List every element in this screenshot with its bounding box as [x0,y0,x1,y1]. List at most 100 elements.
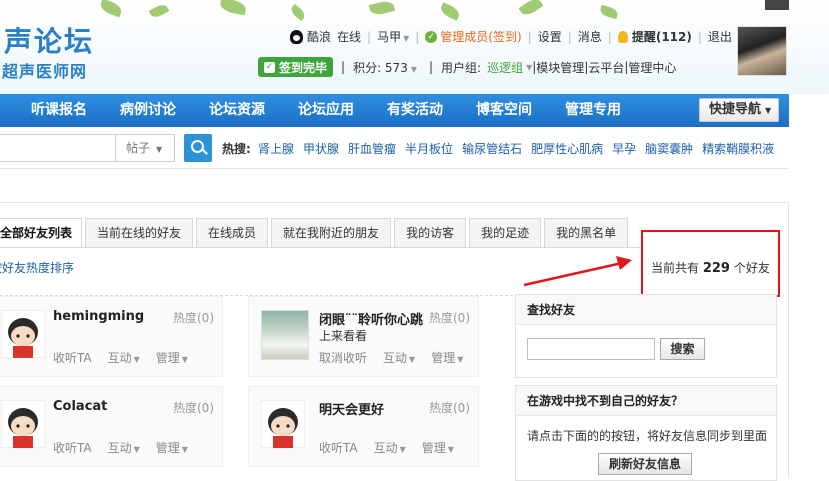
main-nav: 听课报名 病例讨论 论坛资源 论坛应用 有奖活动 博客空间 管理专用 快捷导航 ▼ [0,94,789,127]
interact-menu[interactable]: 互动 ▼ [108,349,140,366]
messages-link[interactable]: 消息 [578,28,602,45]
nav-item-forum-resources[interactable]: 论坛资源 [209,94,265,127]
avatar[interactable] [1,310,45,358]
tab-online-members[interactable]: 在线成员 [196,218,269,248]
tab-my-footprints[interactable]: 我的足迹 [469,218,542,248]
game-friend-box: 在游戏中找不到自己的好友？ 请点击下面的的按钮，将好友信息同步到里面 刷新好友信… [515,385,777,481]
refresh-friend-info-button[interactable]: 刷新好友信息 [598,453,692,475]
friend-count-suffix: 个好友 [733,261,770,275]
site-logo[interactable]: 声论坛 [4,20,94,60]
friend-name[interactable]: 闭眼¨¨聆听你心跳 [319,309,423,328]
interact-menu[interactable]: 互动 ▼ [108,439,140,456]
settings-link[interactable]: 设置 [538,28,562,45]
tab-my-blacklist[interactable]: 我的黑名单 [544,218,629,248]
horse-menu[interactable]: 马甲 ▼ [377,28,409,45]
manage-menu[interactable]: 管理 ▼ [422,439,454,456]
manage-menu[interactable]: 管理 ▼ [431,349,463,366]
checkin-icon: ✓ [425,30,438,43]
reminders-link[interactable]: 提醒(112) [632,28,692,45]
hot-search-item[interactable]: 输尿管结石 [462,140,522,157]
interact-menu[interactable]: 互动 ▼ [374,439,406,456]
hot-search-item[interactable]: 精索鞘膜积液 [702,140,774,157]
horse-label: 马甲 [377,30,402,44]
chevron-down-icon: ▼ [403,34,410,43]
tab-my-visitors[interactable]: 我的访客 [394,218,467,248]
cloud-platform-link[interactable]: 云平台 [588,59,624,76]
online-status[interactable]: 在线 [337,28,361,45]
find-friend-title: 查找好友 [516,295,776,325]
hot-search-item[interactable]: 肾上腺 [258,140,294,157]
follow-link[interactable]: 收听TA [53,349,92,366]
bulb-icon [617,30,628,43]
hot-search-item[interactable]: 早孕 [612,140,636,157]
game-friend-hint: 请点击下面的的按钮，将好友信息同步到里面 [527,429,768,443]
admin-center-link[interactable]: 管理中心 [628,59,676,76]
tab-nearby-friends[interactable]: 就在我附近的朋友 [271,218,392,248]
chevron-down-icon: ▼ [181,355,188,364]
nav-item-blog-space[interactable]: 博客空间 [476,94,532,127]
nav-item-forum-apps[interactable]: 论坛应用 [298,94,354,127]
friend-heat: 热度(0) [429,401,470,415]
friend-name[interactable]: 明天会更好 [319,399,384,418]
search-type-select[interactable]: 帖子 ▼ [115,134,175,162]
search-icon[interactable] [184,134,212,162]
hot-search-item[interactable]: 肝血管瘤 [348,140,396,157]
hot-search-item[interactable]: 脑窦囊肿 [645,140,693,157]
friend-heat: 热度(0) [173,401,214,415]
follow-link[interactable]: 收听TA [319,439,358,456]
nav-item-case-discussion[interactable]: 病例讨论 [120,94,176,127]
usergroup-label: 用户组: [441,60,482,75]
friend-actions: 收听TA 互动 ▼ 管理 ▼ [319,439,470,456]
nav-item-admin-only[interactable]: 管理专用 [565,94,621,127]
chevron-down-icon: ▼ [399,445,406,454]
friend-tabs: 全部好友列表 当前在线的好友 在线成员 就在我附近的朋友 我的访客 我的足迹 我… [0,218,631,248]
chevron-down-icon: ▼ [133,445,140,454]
find-friend-search-button[interactable]: 搜索 [660,338,705,360]
search-input[interactable] [0,134,115,162]
hot-search-label: 热搜: [222,142,251,156]
nav-item-prize-events[interactable]: 有奖活动 [387,94,443,127]
points-menu[interactable]: 积分: 573 ▼ [353,59,417,76]
site-header: 声论坛 超声医师网 酷浪 在线 | 马甲 ▼ | ✓ 管理成员(签到) | 设置 … [0,0,829,94]
hot-search-item[interactable]: 甲状腺 [303,140,339,157]
username-link[interactable]: 酷浪 [307,28,331,45]
chevron-down-icon: ▼ [133,355,140,364]
module-manage-link[interactable]: 模块管理 [536,59,584,76]
signin-done-button[interactable]: ✓ 签到完毕 [258,57,334,77]
chevron-down-icon: ▼ [447,445,454,454]
tab-all-friends[interactable]: 全部好友列表 [0,218,83,248]
quick-nav-label: 快捷导航 [709,102,762,117]
member-checkin-link[interactable]: 管理成员(签到) [440,28,521,45]
friend-name[interactable]: Colacat [53,399,107,414]
unfollow-link[interactable]: 取消收听 [319,349,367,366]
find-friend-input[interactable] [527,338,655,360]
chevron-down-icon: ▼ [156,145,163,154]
hot-search-list: 肾上腺 甲状腺 肝血管瘤 半月板位 输尿管结石 肥厚性心肌病 早孕 脑窦囊肿 精… [258,140,783,157]
chevron-down-icon: ▼ [410,64,417,74]
user-avatar[interactable] [737,26,787,76]
friend-heat: 热度(0) [429,311,470,325]
tab-online-friends[interactable]: 当前在线的好友 [85,218,194,248]
quick-nav-button[interactable]: 快捷导航 ▼ [699,98,779,122]
follow-link[interactable]: 收听TA [53,439,92,456]
hot-search-item[interactable]: 半月板位 [405,140,453,157]
friend-heat: 热度(0) [173,311,214,325]
sort-by-heat-link[interactable]: 按好友热度排序 [0,259,74,276]
tab-divider [0,247,640,248]
manage-label: 管理 [431,351,456,365]
hot-search-item[interactable]: 肥厚性心肌病 [531,140,603,157]
logout-link[interactable]: 退出 [708,28,732,45]
friend-card: 闭眼¨¨聆听你心跳 热度(0) 上来看看 取消收听 互动 ▼ 管理 ▼ [248,296,479,377]
friend-name[interactable]: hemingming [53,309,144,324]
avatar[interactable] [1,400,45,448]
manage-menu[interactable]: 管理 ▼ [156,349,188,366]
interact-menu[interactable]: 互动 ▼ [383,349,415,366]
friend-count-number: 229 [702,261,730,276]
user-toolbar: 酷浪 在线 | 马甲 ▼ | ✓ 管理成员(签到) | 设置 | 消息 | 提醒(… [290,28,732,45]
nav-item-course-signup[interactable]: 听课报名 [31,94,87,127]
manage-menu[interactable]: 管理 ▼ [156,439,188,456]
signin-done-label: 签到完毕 [279,60,328,75]
usergroup-value[interactable]: 巡逻组 [487,59,523,76]
avatar[interactable] [261,310,309,360]
avatar[interactable] [261,400,305,448]
